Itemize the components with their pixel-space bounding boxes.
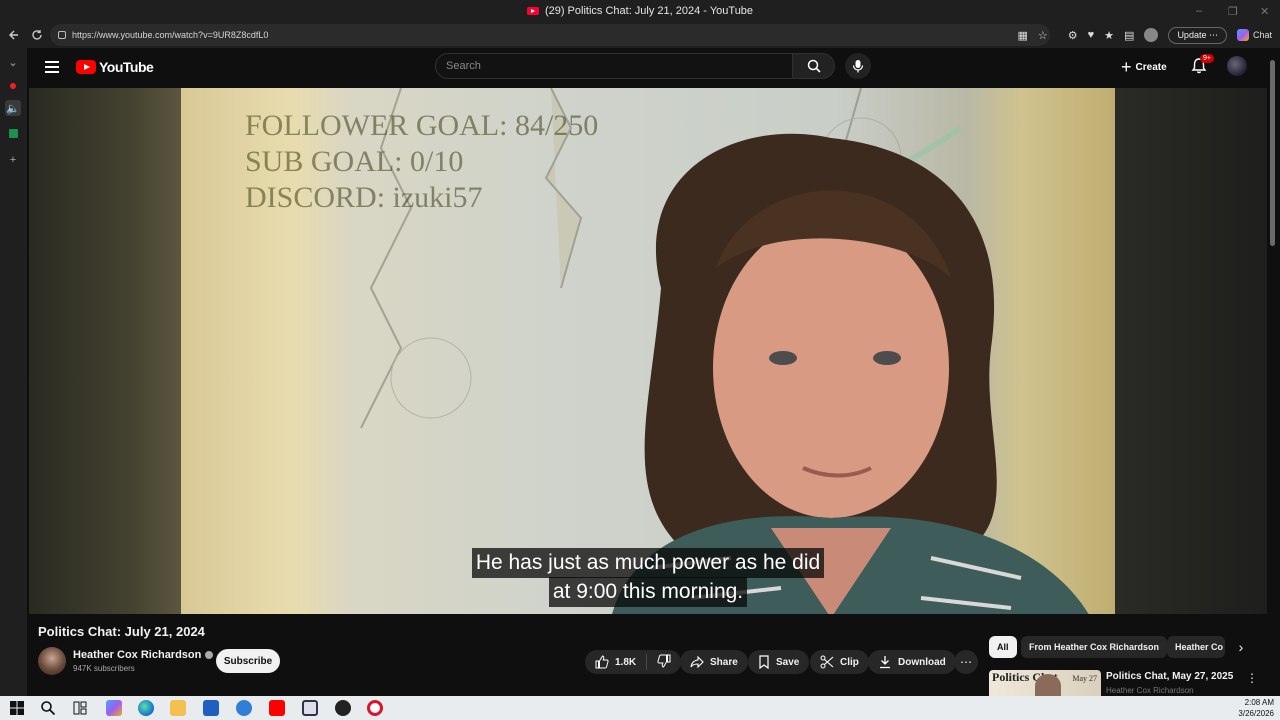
- windows-start-icon[interactable]: [9, 700, 25, 716]
- browser-essentials-icon[interactable]: ♥: [1088, 29, 1095, 41]
- video-pillarbox-right: [1115, 88, 1267, 614]
- search-icon: [807, 59, 821, 73]
- chip-from-channel[interactable]: From Heather Cox Richardson: [1021, 636, 1168, 658]
- video-player[interactable]: FOLLOWER GOAL: 84/250 SUB GOAL: 0/10 DIS…: [29, 88, 1267, 614]
- recommended-video-channel[interactable]: Heather Cox Richardson: [1106, 686, 1194, 695]
- close-window-button[interactable]: ✕: [1260, 0, 1269, 22]
- youtube-header: YouTube Search + Create 9+: [27, 48, 1280, 88]
- chip-channel-name[interactable]: Heather Co: [1167, 636, 1225, 658]
- favorite-star-icon[interactable]: ☆: [1038, 29, 1048, 42]
- obs-studio-icon[interactable]: [335, 700, 351, 716]
- copilot-icon: [1236, 29, 1249, 41]
- new-tab-plus-icon[interactable]: +: [5, 152, 21, 168]
- speaker-person-image: [612, 133, 1089, 614]
- channel-avatar[interactable]: [38, 647, 66, 675]
- youtube-tab-icon[interactable]: [5, 78, 21, 94]
- extensions-icon[interactable]: ⚙: [1068, 29, 1078, 42]
- excel-tab-icon[interactable]: [5, 125, 21, 141]
- thumbnail-person-image: [1035, 674, 1061, 696]
- sub-goal-text: SUB GOAL: 0/10: [245, 145, 464, 178]
- url-text: https://www.youtube.com/watch?v=9UR8Z8cd…: [72, 30, 269, 40]
- refresh-button[interactable]: [25, 23, 49, 47]
- download-button[interactable]: Download: [868, 650, 956, 674]
- back-button[interactable]: [1, 23, 25, 47]
- thumbs-down-icon: [657, 654, 671, 668]
- search-button[interactable]: [793, 53, 835, 79]
- thumbs-up-icon: [595, 655, 609, 669]
- recommended-video-thumbnail[interactable]: Politics Chat May 27: [989, 670, 1101, 696]
- window-title-bar: (29) Politics Chat: July 21, 2024 - YouT…: [0, 0, 1280, 22]
- scissors-icon: [820, 655, 834, 669]
- page-scrollbar[interactable]: [1270, 60, 1275, 246]
- bookmark-icon: [759, 655, 769, 669]
- file-explorer-icon[interactable]: [170, 700, 186, 716]
- app-available-icon[interactable]: ▦: [1017, 29, 1027, 42]
- snipping-tool-icon[interactable]: [302, 700, 318, 716]
- youtube-play-icon: [76, 60, 96, 74]
- youtube-logo[interactable]: YouTube: [76, 59, 154, 75]
- browser-actions: ▦ ☆ ⚙ ♥ ★ ▤ Update ⋯ Chat: [1017, 22, 1280, 48]
- copilot-taskbar-icon[interactable]: [106, 700, 122, 716]
- like-button[interactable]: 1.8K: [595, 655, 636, 669]
- youtube-favicon-icon: [526, 7, 539, 15]
- chevron-right-icon[interactable]: ›: [1232, 638, 1250, 656]
- edge-browser-icon[interactable]: [138, 700, 154, 716]
- save-button[interactable]: Save: [748, 650, 810, 674]
- store-icon[interactable]: [203, 700, 219, 716]
- create-button[interactable]: + Create: [1121, 55, 1167, 79]
- verified-check-icon: [205, 651, 214, 659]
- account-avatar[interactable]: [1227, 56, 1247, 76]
- hamburger-menu-icon[interactable]: [45, 61, 59, 73]
- chevron-down-icon[interactable]: ⌄: [5, 54, 21, 70]
- windows-taskbar: 2:08 AM 3/26/2026: [0, 696, 1280, 720]
- kebab-menu-icon[interactable]: ⋮: [1246, 671, 1258, 685]
- download-icon: [880, 656, 890, 669]
- window-title: (29) Politics Chat: July 21, 2024 - YouT…: [544, 5, 754, 17]
- microphone-icon: [852, 60, 864, 73]
- share-button[interactable]: Share: [680, 650, 748, 674]
- voice-search-button[interactable]: [845, 53, 871, 79]
- recommended-video-title[interactable]: Politics Chat, May 27, 2025: [1106, 671, 1233, 682]
- chip-all[interactable]: All: [989, 636, 1017, 658]
- maximize-button[interactable]: ❐: [1228, 0, 1238, 22]
- profile-avatar[interactable]: [1144, 28, 1159, 42]
- browser-sidebar: ⌄ 🔈 +: [0, 48, 27, 696]
- mail-icon[interactable]: [236, 700, 252, 716]
- more-actions-icon[interactable]: ⋯: [954, 650, 978, 674]
- dislike-button[interactable]: [657, 654, 671, 671]
- stream-goal-overlay: FOLLOWER GOAL: 84/250 SUB GOAL: 0/10 DIS…: [245, 108, 598, 216]
- share-arrow-icon: [690, 656, 704, 668]
- copilot-chat-button[interactable]: Chat: [1236, 29, 1272, 41]
- discord-text: DISCORD: izuki57: [245, 181, 483, 214]
- follower-goal-text: FOLLOWER GOAL: 84/250: [245, 109, 599, 142]
- video-title: Politics Chat: July 21, 2024: [38, 624, 205, 639]
- search-taskbar-icon[interactable]: [40, 700, 56, 716]
- system-clock[interactable]: 2:08 AM 3/26/2026: [1238, 697, 1274, 719]
- audio-tab-icon[interactable]: 🔈: [5, 100, 21, 116]
- address-bar[interactable]: https://www.youtube.com/watch?v=9UR8Z8cd…: [50, 24, 1050, 46]
- update-button[interactable]: Update ⋯: [1168, 26, 1227, 44]
- plus-icon: +: [1121, 57, 1132, 77]
- collections-icon[interactable]: ▤: [1124, 29, 1134, 42]
- back-arrow-icon: [9, 30, 18, 40]
- task-view-icon[interactable]: [72, 700, 88, 716]
- favorites-icon[interactable]: ★: [1104, 29, 1114, 42]
- refresh-icon: [32, 30, 42, 40]
- site-info-icon[interactable]: [58, 31, 66, 39]
- search-input[interactable]: Search: [435, 53, 793, 79]
- like-dislike-group: 1.8K: [585, 650, 682, 674]
- youtube-app-icon[interactable]: [269, 700, 285, 716]
- opera-browser-icon[interactable]: [367, 700, 383, 716]
- clip-button[interactable]: Clip: [810, 650, 869, 674]
- subscribe-button[interactable]: Subscribe: [216, 649, 280, 673]
- subscriber-count: 947K subscribers: [73, 664, 135, 673]
- video-frame: FOLLOWER GOAL: 84/250 SUB GOAL: 0/10 DIS…: [181, 88, 1115, 614]
- notifications-badge: 9+: [1200, 54, 1214, 63]
- channel-name[interactable]: Heather Cox Richardson: [73, 649, 214, 661]
- minimize-button[interactable]: –: [1196, 0, 1202, 22]
